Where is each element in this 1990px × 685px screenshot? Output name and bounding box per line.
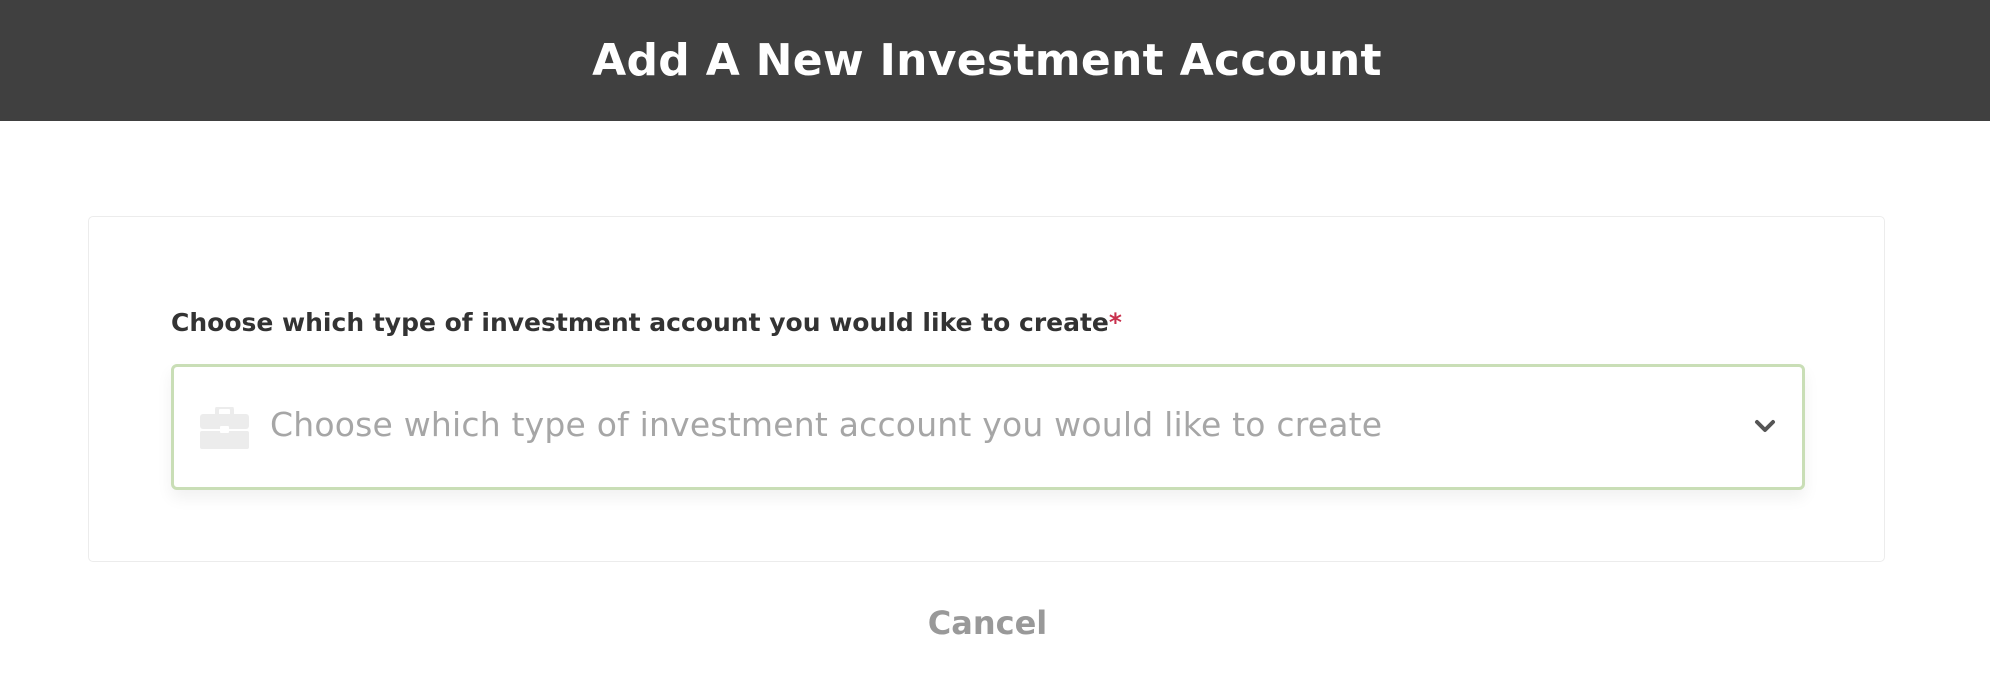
account-type-placeholder: Choose which type of investment account … [270, 405, 1383, 444]
briefcase-icon [200, 405, 249, 449]
required-marker: * [1108, 308, 1122, 337]
page-header: Add A New Investment Account [0, 0, 1990, 121]
form-card: Choose which type of investment account … [88, 216, 1885, 562]
account-type-select[interactable]: Choose which type of investment account … [171, 364, 1805, 490]
page-title: Add A New Investment Account [592, 35, 1382, 86]
account-type-label-text: Choose which type of investment account … [171, 308, 1109, 337]
chevron-down-icon [1754, 419, 1776, 435]
cancel-button[interactable]: Cancel [0, 604, 1975, 642]
account-type-label: Choose which type of investment account … [171, 308, 1122, 337]
